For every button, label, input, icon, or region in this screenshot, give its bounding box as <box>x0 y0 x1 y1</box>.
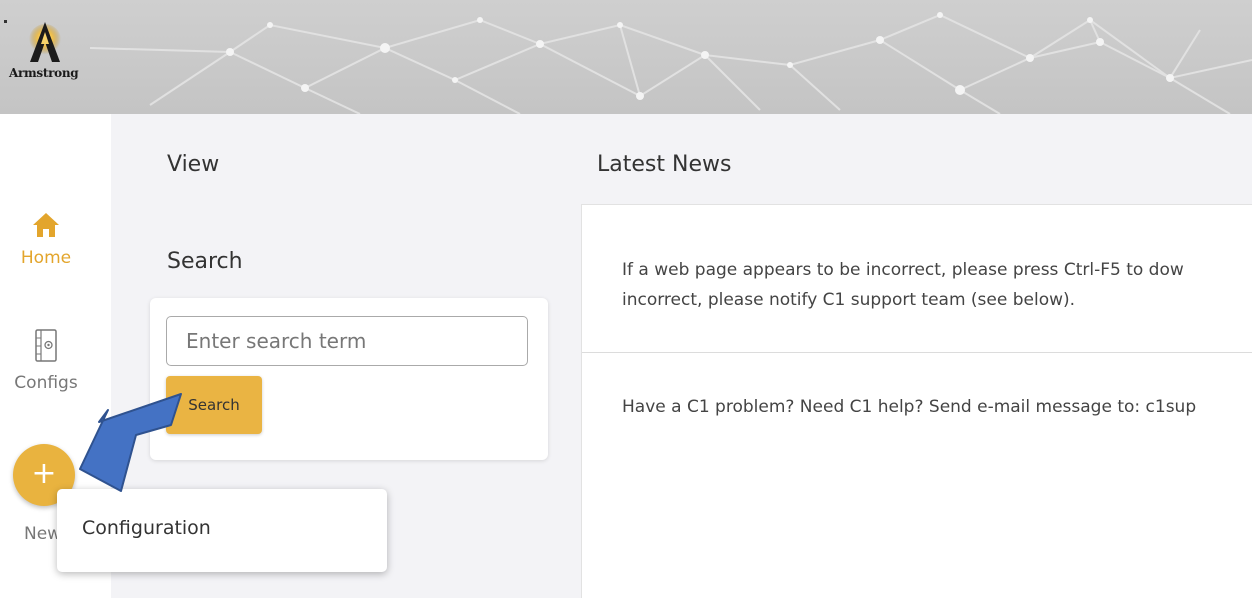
menu-item-configuration[interactable]: Configuration <box>82 517 211 539</box>
new-button-label: New <box>24 524 62 544</box>
network-pattern-background <box>89 12 1252 114</box>
news-panel: If a web page appears to be incorrect, p… <box>581 204 1252 598</box>
search-button[interactable]: Search <box>166 376 262 434</box>
news-item-line: Have a C1 problem? Need C1 help? Send e-… <box>622 397 1197 417</box>
search-heading: Search <box>167 249 243 274</box>
latest-news-heading: Latest News <box>597 152 732 177</box>
news-item-line: incorrect, please notify C1 support team… <box>622 290 1076 310</box>
news-item: If a web page appears to be incorrect, p… <box>622 255 1252 315</box>
news-item: Have a C1 problem? Need C1 help? Send e-… <box>622 397 1196 417</box>
search-input[interactable] <box>166 316 528 366</box>
sidebar-item-configs[interactable]: Configs <box>0 329 92 393</box>
plus-icon: + <box>31 456 57 491</box>
sidebar-item-label: Home <box>20 248 72 268</box>
config-book-icon <box>35 329 57 362</box>
sidebar-item-label: Configs <box>14 373 78 393</box>
news-item-line: If a web page appears to be incorrect, p… <box>622 260 1184 280</box>
new-item-popup-menu: Configuration <box>57 489 387 572</box>
corner-dot <box>4 20 7 23</box>
view-heading: View <box>167 152 220 177</box>
header-banner: Armstrong <box>0 0 1252 114</box>
brand-name: Armstrong <box>9 66 79 80</box>
divider <box>582 352 1252 353</box>
search-card: Search <box>150 298 548 460</box>
home-icon <box>33 213 59 237</box>
sidebar-item-home[interactable]: Home <box>0 212 92 268</box>
